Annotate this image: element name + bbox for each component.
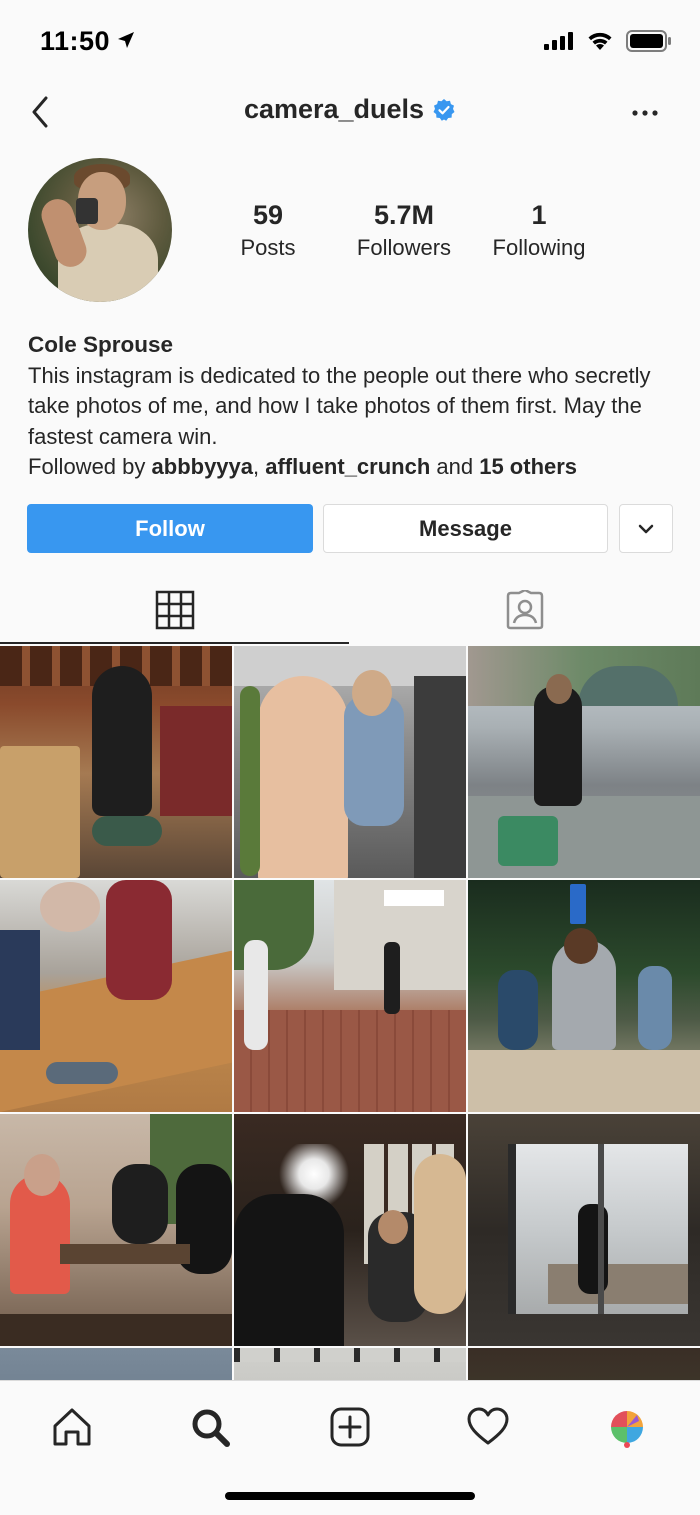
profile-bio: Cole Sprouse This instagram is dedicated… [28,330,678,483]
profile-icon [611,1411,643,1443]
profile-avatar[interactable] [28,158,172,302]
grid-post[interactable] [234,880,466,1112]
grid-icon [155,590,195,630]
photo-grid [0,646,700,1380]
message-button[interactable]: Message [323,504,608,553]
cellular-signal-icon [544,32,573,50]
follow-button[interactable]: Follow [27,504,313,553]
bio-text: This instagram is dedicated to the peopl… [28,362,651,449]
chevron-down-icon [638,524,654,533]
grid-post[interactable] [468,1348,700,1380]
grid-post[interactable] [0,880,232,1112]
grid-post[interactable] [0,1348,232,1380]
profile-header: camera_duels [0,84,700,140]
activity-heart-icon [467,1407,509,1445]
profile-tabs [0,576,700,644]
verified-badge-icon [433,98,455,121]
new-post-icon [330,1407,370,1447]
followers-label: Followers [356,235,452,260]
profile-name: Cole Sprouse [28,332,174,357]
username-text: camera_duels [243,94,425,124]
more-options-icon[interactable] [630,98,660,128]
followed-by[interactable]: Followed by abbbyyya, affluent_crunch an… [28,452,678,483]
battery-icon [626,30,671,52]
nav-home[interactable] [42,1397,102,1457]
location-arrow-icon [118,32,134,48]
tab-grid[interactable] [0,576,350,644]
home-indicator [225,1492,475,1500]
stat-posts[interactable]: 59 Posts [198,200,338,261]
wifi-icon [588,32,612,50]
stat-followers[interactable]: 5.7M Followers [334,200,474,261]
tab-tagged[interactable] [350,576,700,644]
home-icon [53,1408,91,1446]
followers-count: 5.7M [373,200,435,230]
tagged-icon [506,590,544,630]
following-count: 1 [531,200,547,230]
nav-search[interactable] [180,1397,240,1457]
status-time: 11:50 [40,26,111,56]
nav-new-post[interactable] [320,1397,380,1457]
notification-dot [624,1442,630,1448]
stat-following[interactable]: 1 Following [469,200,609,261]
follower-user-2[interactable]: affluent_crunch [265,454,430,479]
follower-others[interactable]: 15 others [479,454,577,479]
follower-user-1[interactable]: abbbyyya [152,454,254,479]
grid-post[interactable] [234,1348,466,1380]
status-bar: 11:50 [0,0,700,84]
active-tab-indicator [0,642,349,644]
nav-activity[interactable] [458,1397,518,1457]
following-label: Following [492,235,586,260]
posts-count: 59 [252,200,284,230]
grid-post[interactable] [468,1114,700,1346]
grid-post[interactable] [0,1114,232,1346]
username-title: camera_duels [0,94,700,125]
grid-post[interactable] [468,880,700,1112]
grid-post[interactable] [0,646,232,878]
suggested-dropdown-button[interactable] [619,504,673,553]
grid-post[interactable] [234,1114,466,1346]
nav-profile[interactable] [597,1397,657,1457]
grid-post[interactable] [468,646,700,878]
search-icon [192,1409,230,1447]
posts-label: Posts [240,235,296,260]
grid-post[interactable] [234,646,466,878]
status-icons [544,30,672,52]
